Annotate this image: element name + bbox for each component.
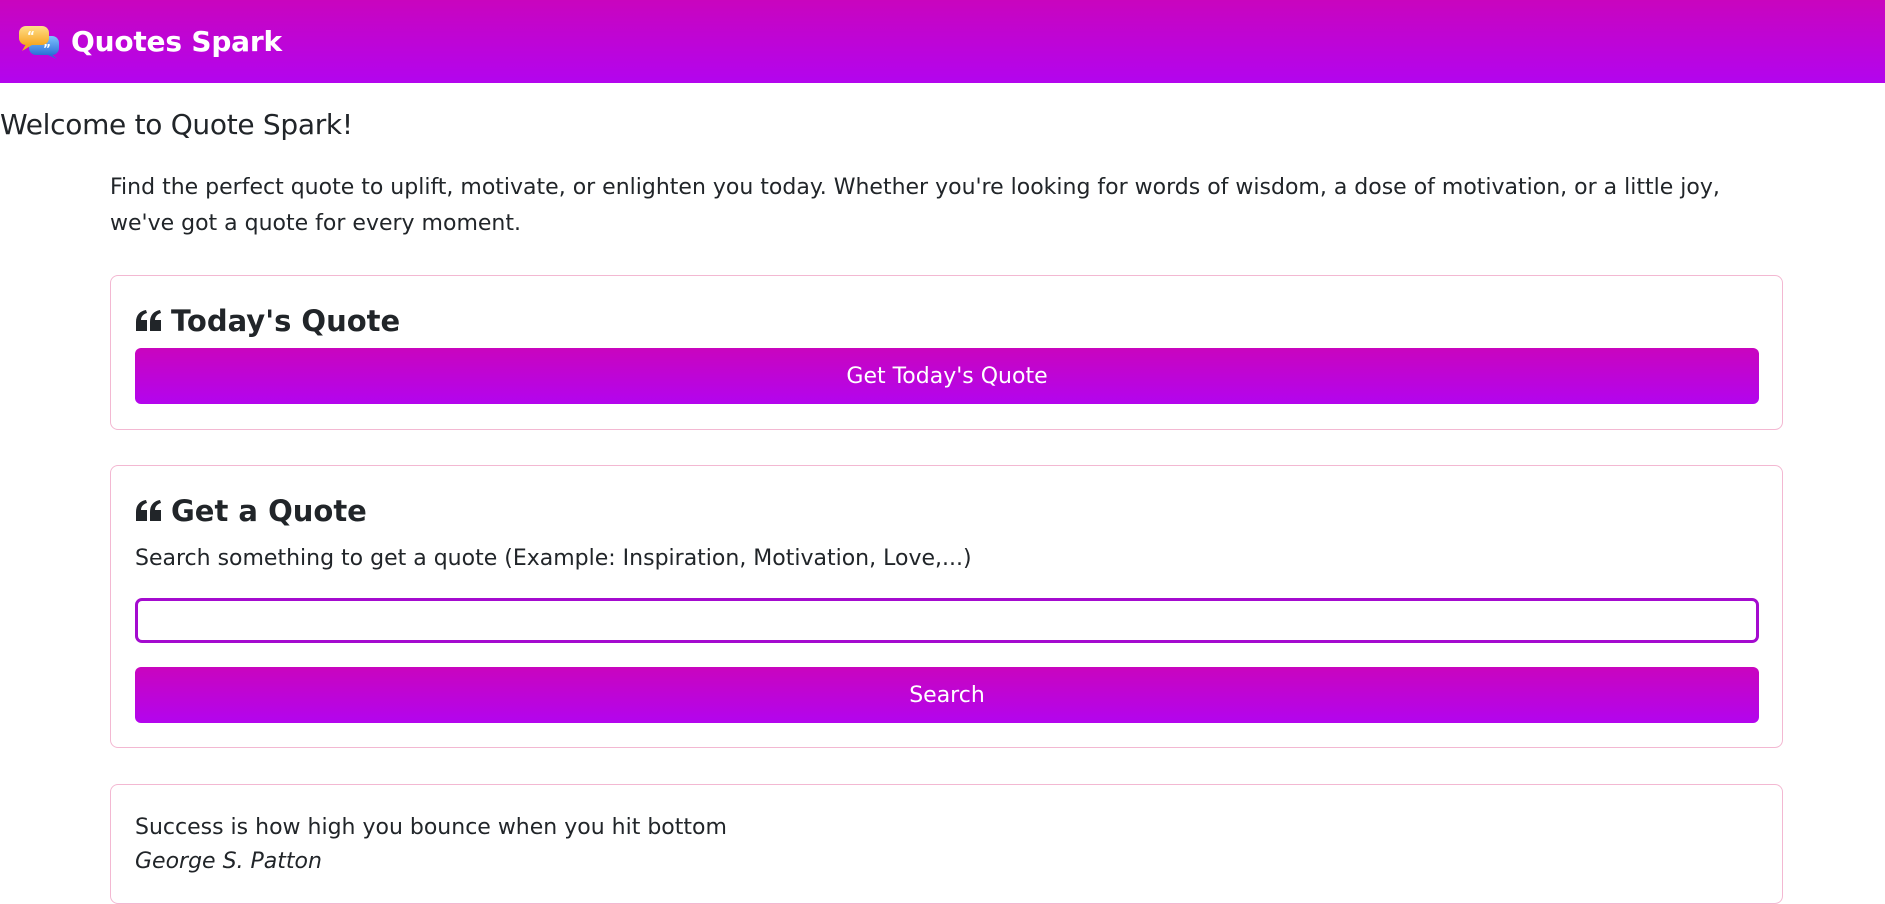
get-todays-quote-button[interactable]: Get Today's Quote — [135, 348, 1759, 404]
search-input[interactable] — [135, 598, 1759, 643]
quote-left-icon — [136, 310, 161, 331]
brand-title[interactable]: Quotes Spark — [71, 25, 282, 58]
todays-quote-card: Today's Quote Get Today's Quote — [110, 275, 1783, 430]
search-button[interactable]: Search — [135, 667, 1759, 723]
todays-quote-heading: Today's Quote — [135, 304, 400, 338]
get-a-quote-heading: Get a Quote — [135, 494, 367, 528]
quote-text: Success is how high you bounce when you … — [135, 815, 727, 840]
search-label: Search something to get a quote (Example… — [135, 546, 972, 571]
get-a-quote-card: Get a Quote Search something to get a qu… — [110, 465, 1783, 748]
svg-text:“: “ — [27, 29, 35, 43]
quote-left-icon — [136, 500, 161, 521]
quote-result-card: Success is how high you bounce when you … — [110, 784, 1783, 904]
svg-text:”: ” — [43, 42, 51, 56]
todays-quote-title: Today's Quote — [171, 304, 401, 338]
quote-author: George S. Patton — [135, 849, 322, 874]
chat-bubbles-icon[interactable]: “ ” — [17, 24, 61, 60]
page-title: Welcome to Quote Spark! — [0, 108, 353, 141]
get-a-quote-title: Get a Quote — [171, 494, 367, 528]
navbar: “ ” Quotes Spark — [0, 0, 1885, 83]
intro-text: Find the perfect quote to uplift, motiva… — [110, 175, 1720, 236]
